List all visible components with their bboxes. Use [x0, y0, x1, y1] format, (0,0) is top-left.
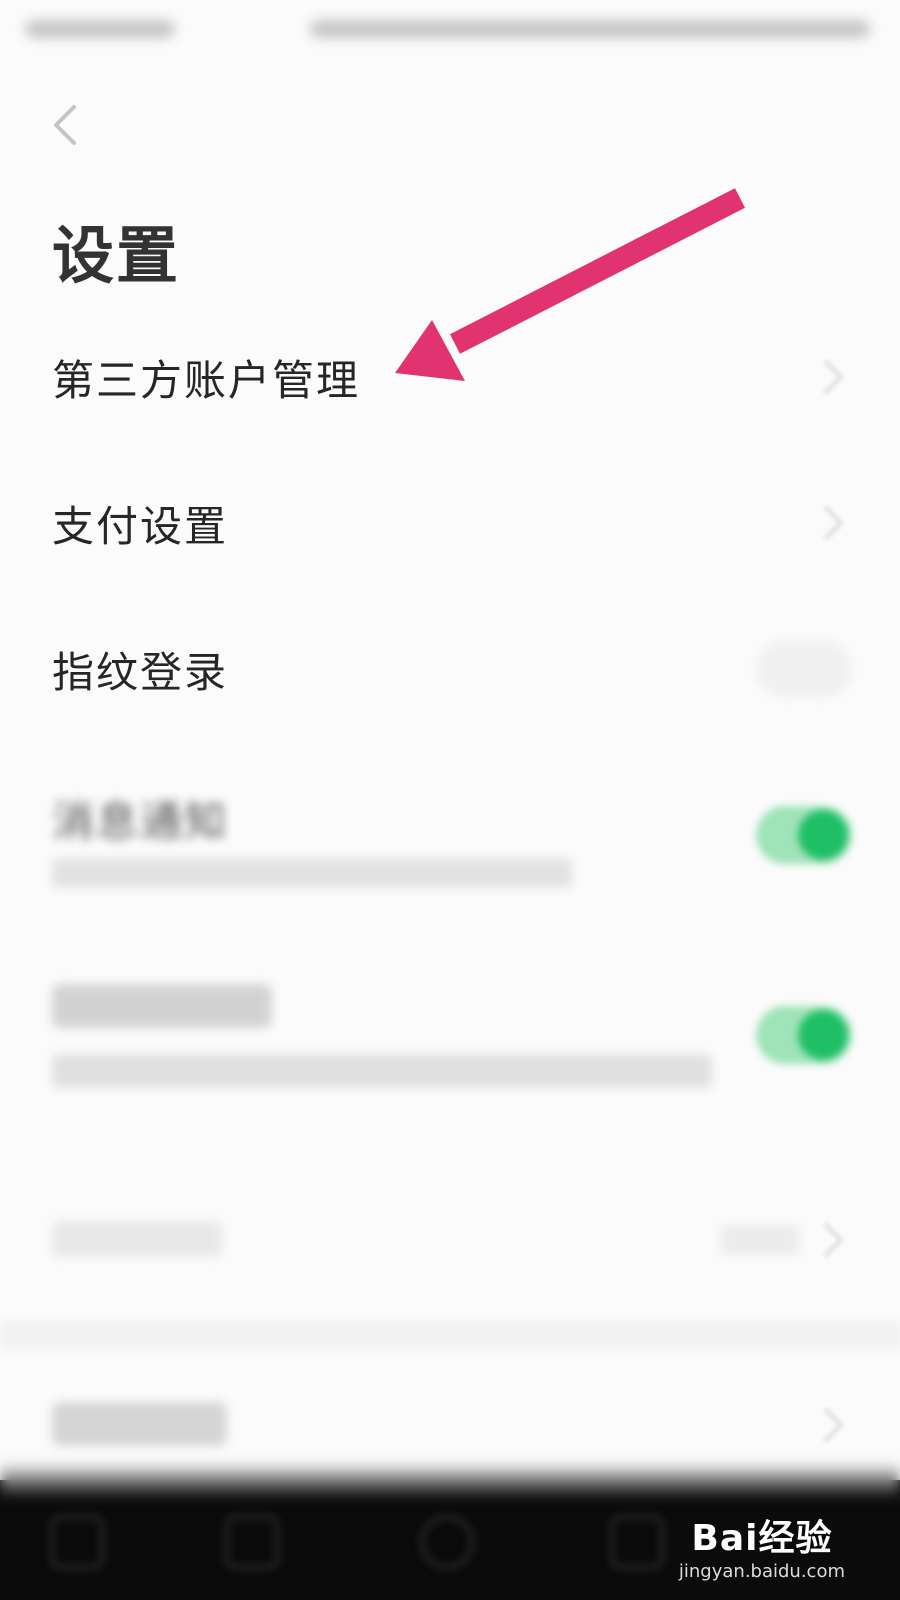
watermark-url: jingyan.baidu.com [678, 1561, 845, 1582]
toggle-knob [798, 810, 848, 860]
row-label: 指纹登录 [52, 647, 229, 697]
nav-center-icon[interactable] [420, 1515, 474, 1569]
settings-row-notifications[interactable]: 消息通知 [0, 770, 900, 920]
notifications-toggle[interactable] [756, 806, 852, 864]
section-divider [0, 1320, 900, 1350]
row-label: 第三方账户管理 [52, 355, 361, 405]
settings-row-third-party-accounts[interactable]: 第三方账户管理 [0, 322, 900, 432]
page-title: 设置 [52, 219, 181, 292]
settings-row-personalized[interactable] [0, 972, 900, 1122]
chevron-right-icon [823, 505, 844, 541]
row-value-blurred [720, 1225, 800, 1255]
nav-discover-icon[interactable] [225, 1515, 279, 1569]
settings-row-fingerprint-login[interactable]: 指纹登录 [0, 614, 900, 724]
row-label: 支付设置 [52, 501, 229, 551]
row-label-blurred [52, 1221, 222, 1257]
bottom-navigation-bar: Bai经验 jingyan.baidu.com [0, 1480, 900, 1600]
chevron-right-icon [823, 359, 844, 395]
row-label-blurred [52, 984, 272, 1028]
back-button[interactable] [40, 100, 90, 150]
settings-row-blurred[interactable] [0, 1185, 900, 1295]
personalized-toggle[interactable] [756, 1006, 852, 1064]
row-label-blurred [52, 1402, 227, 1446]
chevron-right-icon [823, 1222, 844, 1258]
row-label: 消息通知 [52, 797, 229, 846]
row-subtitle [52, 858, 572, 888]
nav-messages-icon[interactable] [610, 1515, 664, 1569]
toggle-knob [798, 1010, 848, 1060]
row-subtitle [52, 1054, 712, 1088]
fingerprint-toggle[interactable] [756, 640, 852, 698]
watermark-logo: Bai经验 [691, 1518, 833, 1559]
baidu-jingyan-watermark: Bai经验 jingyan.baidu.com [679, 1509, 845, 1582]
status-bar [0, 0, 900, 70]
chevron-right-icon [823, 1407, 844, 1443]
settings-row-payment[interactable]: 支付设置 [0, 468, 900, 578]
chevron-left-icon [54, 105, 76, 145]
nav-home-icon[interactable] [50, 1515, 104, 1569]
